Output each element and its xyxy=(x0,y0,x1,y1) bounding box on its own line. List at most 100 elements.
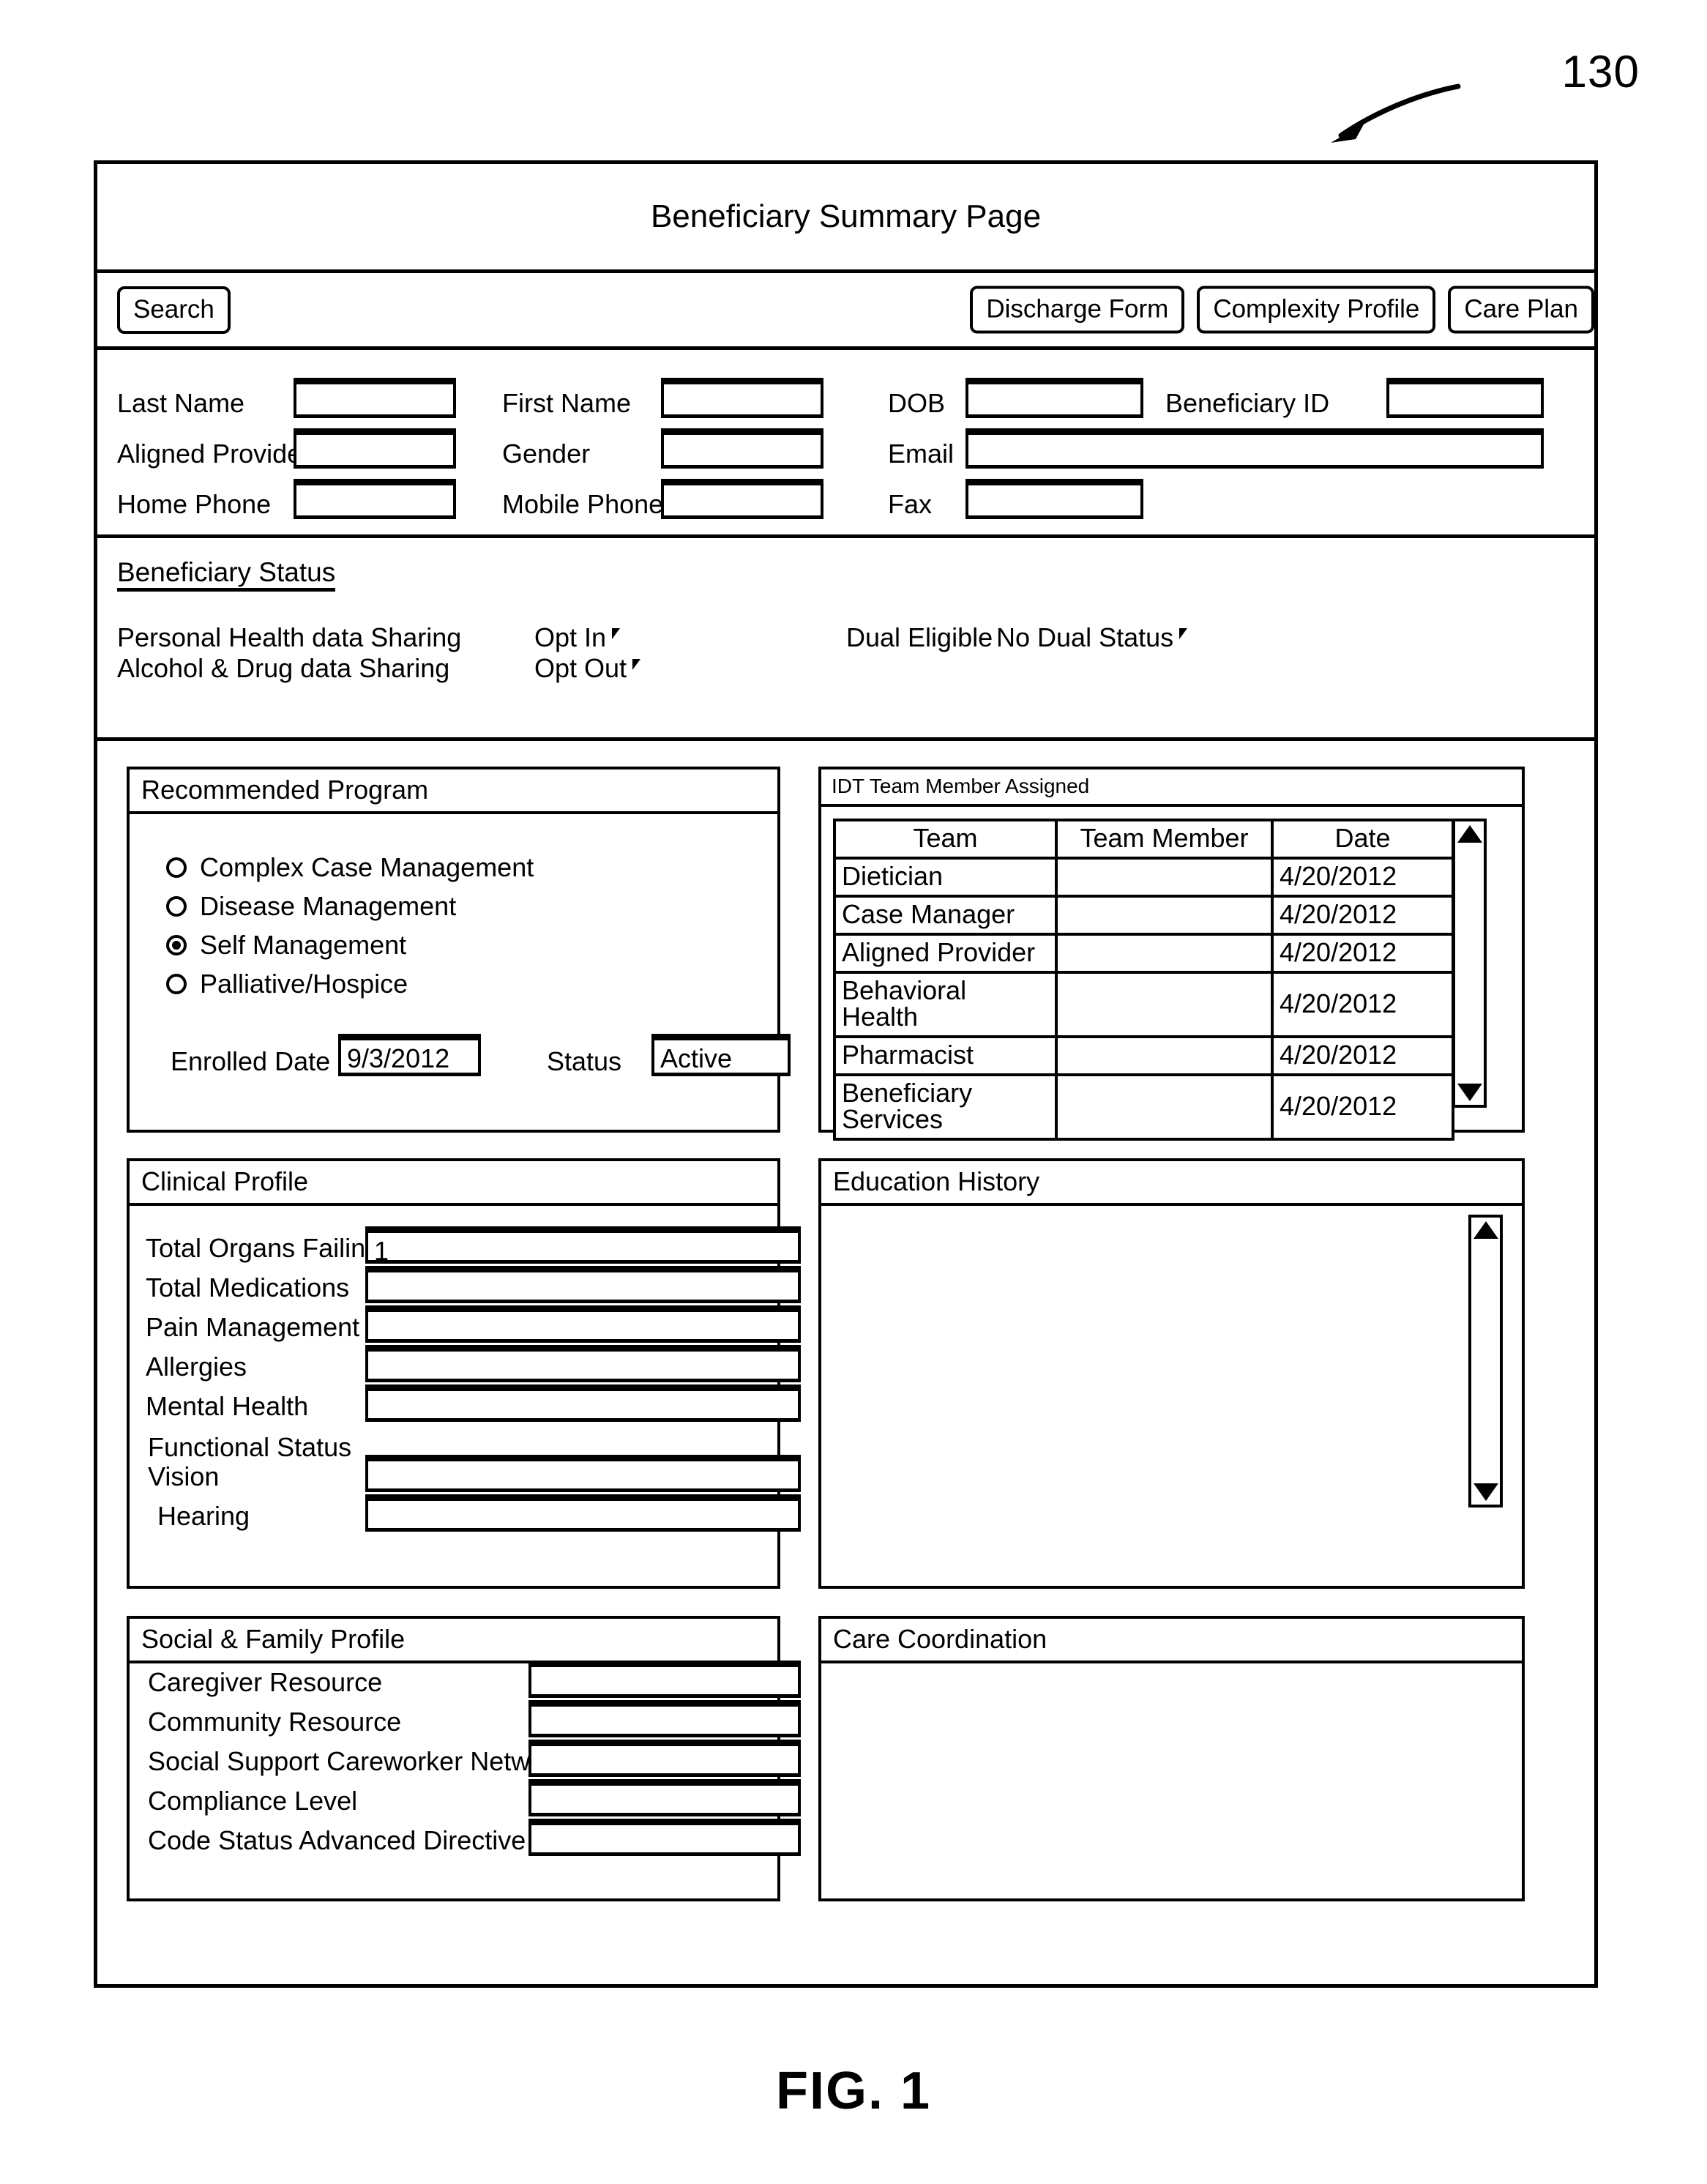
cell-team-member xyxy=(1055,1035,1274,1076)
total-medications-label: Total Medications xyxy=(146,1272,350,1302)
radio-circle-selected-icon xyxy=(166,935,187,955)
alcohol-drug-sharing-value[interactable]: Opt Out xyxy=(534,655,641,682)
care-coordination-panel: Care Coordination xyxy=(818,1616,1525,1901)
scroll-down-arrow-icon[interactable] xyxy=(1473,1483,1498,1501)
total-organs-failing-value: 1 xyxy=(374,1236,389,1266)
hearing-value xyxy=(368,1501,798,1506)
title-bar: Beneficiary Summary Page xyxy=(97,164,1594,273)
total-medications-input[interactable] xyxy=(365,1266,801,1303)
cell-team: Beneficiary Services xyxy=(833,1073,1058,1141)
cell-team: Case Manager xyxy=(833,895,1058,936)
dob-input[interactable] xyxy=(965,378,1143,418)
table-row[interactable]: Aligned Provider 4/20/2012 xyxy=(833,933,1454,974)
fax-input[interactable] xyxy=(965,479,1143,519)
idt-team-scrollbar[interactable] xyxy=(1452,819,1487,1108)
scroll-up-arrow-icon[interactable] xyxy=(1473,1221,1498,1239)
mobile-phone-input[interactable] xyxy=(661,479,823,519)
mental-health-input[interactable] xyxy=(365,1384,801,1422)
radio-option-disease-management[interactable]: Disease Management xyxy=(166,893,456,920)
table-row[interactable]: Behavioral Health 4/20/2012 xyxy=(833,971,1454,1038)
care-coordination-title: Care Coordination xyxy=(821,1619,1522,1663)
allergies-input[interactable] xyxy=(365,1345,801,1382)
reference-callout: 130 xyxy=(1288,29,1640,168)
compliance-level-input[interactable] xyxy=(528,1779,801,1816)
personal-health-sharing-value[interactable]: Opt In xyxy=(534,625,621,651)
social-support-network-label: Social Support Careworker Network xyxy=(148,1746,567,1776)
code-status-directive-input[interactable] xyxy=(528,1819,801,1856)
complexity-profile-button[interactable]: Complexity Profile xyxy=(1197,286,1436,334)
cell-date: 4/20/2012 xyxy=(1271,971,1454,1038)
column-header-team: Team xyxy=(833,819,1058,860)
total-medications-value xyxy=(368,1272,798,1278)
cell-date: 4/20/2012 xyxy=(1271,933,1454,974)
pain-management-value xyxy=(368,1312,798,1317)
radio-option-self-management[interactable]: Self Management xyxy=(166,932,406,958)
allergies-value xyxy=(368,1352,798,1357)
cell-team: Dietician xyxy=(833,857,1058,898)
scroll-down-arrow-icon[interactable] xyxy=(1457,1084,1482,1101)
last-name-input[interactable] xyxy=(294,378,456,418)
aligned-provider-input[interactable] xyxy=(294,428,456,469)
alcohol-drug-sharing-label: Alcohol & Drug data Sharing xyxy=(117,653,450,683)
caregiver-resource-input[interactable] xyxy=(528,1661,801,1698)
social-family-profile-title: Social & Family Profile xyxy=(130,1619,777,1663)
home-phone-input[interactable] xyxy=(294,479,456,519)
gender-value xyxy=(664,435,821,440)
pain-management-input[interactable] xyxy=(365,1305,801,1343)
dob-value xyxy=(968,384,1140,390)
dropdown-caret-icon xyxy=(612,628,621,639)
care-coordination-body[interactable] xyxy=(821,1663,1522,1903)
caregiver-resource-value xyxy=(531,1667,798,1672)
reference-numeral: 130 xyxy=(1561,47,1640,97)
fax-label: Fax xyxy=(888,489,933,519)
personal-health-sharing-label: Personal Health data Sharing xyxy=(117,622,462,652)
mental-health-label: Mental Health xyxy=(146,1391,309,1421)
cell-team-member xyxy=(1055,933,1274,974)
care-plan-button[interactable]: Care Plan xyxy=(1448,286,1594,334)
table-row[interactable]: Pharmacist 4/20/2012 xyxy=(833,1035,1454,1076)
enrolled-date-input[interactable]: 9/3/2012 xyxy=(338,1034,481,1076)
dual-eligible-label: Dual Eligible xyxy=(846,622,993,652)
education-history-body[interactable] xyxy=(821,1206,1522,1590)
community-resource-input[interactable] xyxy=(528,1700,801,1737)
radio-option-complex-case-management[interactable]: Complex Case Management xyxy=(166,854,534,881)
demographics-section: Last Name First Name DOB Beneficiary ID … xyxy=(97,350,1594,538)
table-row[interactable]: Dietician 4/20/2012 xyxy=(833,857,1454,898)
dual-eligible-value[interactable]: No Dual Status xyxy=(996,625,1188,651)
hearing-input[interactable] xyxy=(365,1494,801,1532)
scroll-up-arrow-icon[interactable] xyxy=(1457,825,1482,843)
social-support-network-input[interactable] xyxy=(528,1740,801,1777)
table-row[interactable]: Beneficiary Services 4/20/2012 xyxy=(833,1073,1454,1141)
gender-label: Gender xyxy=(502,439,591,469)
cell-team-member xyxy=(1055,857,1274,898)
cell-date: 4/20/2012 xyxy=(1271,1073,1454,1141)
community-resource-value xyxy=(531,1707,798,1712)
program-status-input[interactable]: Active xyxy=(651,1034,791,1076)
column-header-team-member: Team Member xyxy=(1055,819,1274,860)
table-row[interactable]: Case Manager 4/20/2012 xyxy=(833,895,1454,936)
code-status-directive-value xyxy=(531,1825,798,1830)
vision-input[interactable] xyxy=(365,1455,801,1492)
email-input[interactable] xyxy=(965,428,1544,469)
functional-status-label: Functional Status xyxy=(148,1432,352,1462)
radio-option-palliative-hospice[interactable]: Palliative/Hospice xyxy=(166,971,408,997)
search-button[interactable]: Search xyxy=(117,286,231,334)
cell-team-member xyxy=(1055,895,1274,936)
pain-management-label: Pain Management xyxy=(146,1312,360,1342)
gender-input[interactable] xyxy=(661,428,823,469)
total-organs-failing-input[interactable]: 1 xyxy=(365,1226,801,1264)
cell-team: Pharmacist xyxy=(833,1035,1058,1076)
cell-team-member xyxy=(1055,971,1274,1038)
radio-label: Complex Case Management xyxy=(200,852,534,882)
first-name-input[interactable] xyxy=(661,378,823,418)
toolbar: Search Discharge Form Complexity Profile… xyxy=(97,273,1594,350)
dropdown-caret-icon xyxy=(632,659,641,670)
recommended-program-body: Complex Case Management Disease Manageme… xyxy=(130,814,791,1134)
program-status-value: Active xyxy=(660,1043,733,1073)
beneficiary-id-input[interactable] xyxy=(1386,378,1544,418)
discharge-form-button[interactable]: Discharge Form xyxy=(970,286,1185,334)
vision-label: Vision xyxy=(148,1461,220,1491)
education-history-scrollbar[interactable] xyxy=(1468,1215,1503,1507)
email-label: Email xyxy=(888,439,955,469)
education-history-panel: Education History xyxy=(818,1158,1525,1589)
